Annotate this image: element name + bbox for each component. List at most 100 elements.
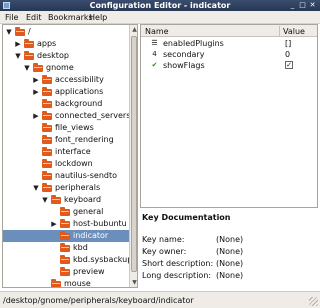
tree-item-label: mouse (64, 279, 91, 288)
folder-icon (42, 75, 52, 84)
tree-item-nautilus-sendto[interactable]: nautilus-sendto (3, 170, 129, 182)
folder-icon (42, 87, 52, 96)
key-row[interactable]: ☰ enabledPlugins [] (141, 38, 317, 49)
collapsed-arrow-icon[interactable]: ▶ (50, 220, 58, 228)
tree-item-accessibility[interactable]: ▶ accessibility (3, 74, 129, 86)
key-name-label: Key name: (142, 235, 185, 244)
long-description-value: (None) (216, 271, 244, 280)
expanded-arrow-icon[interactable]: ▼ (41, 196, 49, 204)
tree-item-label: general (73, 207, 104, 216)
expanded-arrow-icon[interactable]: ▼ (5, 28, 13, 36)
folder-icon (42, 111, 52, 120)
key-row[interactable]: 4 secondary 0 (141, 49, 317, 60)
long-description-label: Long description: (142, 271, 212, 280)
tree-item-label: kbd.sysbackup (73, 255, 133, 264)
folder-icon (15, 27, 25, 36)
folder-icon (42, 159, 52, 168)
tree-item-file-views[interactable]: file_views (3, 122, 129, 134)
menu-file[interactable]: File (5, 13, 18, 22)
key-owner-label: Key owner: (142, 247, 187, 256)
key-name-value: (None) (216, 235, 244, 244)
key-owner-value: (None) (216, 247, 244, 256)
folder-icon (51, 279, 61, 287)
short-description-value: (None) (216, 259, 244, 268)
collapsed-arrow-icon[interactable]: ▶ (32, 76, 40, 84)
tree-item-kbd[interactable]: kbd (3, 242, 129, 254)
collapsed-arrow-icon[interactable]: ▶ (32, 112, 40, 120)
tree-item-host-bubuntu[interactable]: ▶ host-bubuntu (3, 218, 129, 230)
resize-grip-icon[interactable] (309, 297, 318, 306)
collapsed-arrow-icon[interactable]: ▶ (32, 88, 40, 96)
column-separator (279, 26, 280, 36)
key-value[interactable]: [] (285, 39, 291, 48)
tree-item-font-rendering[interactable]: font_rendering (3, 134, 129, 146)
tree-item-background[interactable]: background (3, 98, 129, 110)
tree-item-kbd-sysbackup[interactable]: kbd.sysbackup (3, 254, 133, 266)
tree-item-root[interactable]: ▼ / (3, 26, 129, 38)
folder-icon (60, 207, 70, 216)
status-bar: /desktop/gnome/peripherals/keyboard/indi… (0, 291, 320, 308)
folder-icon (42, 135, 52, 144)
tree-item-label: connected_servers (55, 111, 131, 120)
close-button[interactable]: ✕ (309, 2, 316, 9)
tree-item-label: kbd (73, 243, 88, 252)
tree-item-preview[interactable]: preview (3, 266, 129, 278)
tree-item-lockdown[interactable]: lockdown (3, 158, 129, 170)
key-row[interactable]: ✔ showFlags ✓ (141, 60, 317, 71)
folder-icon (33, 63, 43, 72)
boolean-check-icon: ✔ (151, 61, 158, 69)
expanded-arrow-icon[interactable]: ▼ (32, 184, 40, 192)
tree-item-label: host-bubuntu (73, 219, 127, 228)
column-header-value[interactable]: Value (283, 27, 305, 36)
directory-tree: ▼ / ▶ apps ▼ desktop ▼ gnome ▶ accessibility ▶ appl… (2, 24, 138, 288)
key-name: showFlags (163, 61, 205, 70)
tree-item-peripherals[interactable]: ▼ peripherals (3, 182, 129, 194)
title-bar: Configuration Editor - indicator _ □ ✕ (0, 0, 320, 11)
scrollbar-thumb[interactable] (131, 36, 137, 272)
column-header-name[interactable]: Name (145, 27, 169, 36)
list-icon: ☰ (151, 39, 158, 47)
expanded-arrow-icon[interactable]: ▼ (14, 52, 22, 60)
tree-item-label: file_views (55, 123, 94, 132)
maximize-button[interactable]: □ (299, 2, 306, 9)
expanded-arrow-icon[interactable]: ▼ (23, 64, 31, 72)
folder-icon (60, 255, 70, 264)
tree-item-label: peripherals (55, 183, 101, 192)
scroll-up-arrow-icon[interactable]: ▲ (130, 25, 137, 34)
tree-item-indicator[interactable]: indicator (3, 230, 129, 242)
tree-item-label: / (28, 27, 31, 36)
tree-item-label: keyboard (64, 195, 102, 204)
tree-item-interface[interactable]: interface (3, 146, 129, 158)
tree-item-label: preview (73, 267, 105, 276)
documentation-title: Key Documentation (142, 213, 231, 222)
tree-item-mouse[interactable]: mouse (3, 278, 129, 288)
menu-edit[interactable]: Edit (26, 13, 42, 22)
short-description-label: Short description: (142, 259, 214, 268)
tree-item-connected-servers[interactable]: ▶ connected_servers (3, 110, 131, 122)
folder-icon (60, 231, 70, 240)
tree-item-applications[interactable]: ▶ applications (3, 86, 129, 98)
showflags-checkbox[interactable]: ✓ (285, 61, 293, 69)
current-path: /desktop/gnome/peripherals/keyboard/indi… (3, 296, 194, 305)
tree-item-label: desktop (37, 51, 69, 60)
tree-item-apps[interactable]: ▶ apps (3, 38, 129, 50)
tree-item-keyboard[interactable]: ▼ keyboard (3, 194, 129, 206)
tree-item-general[interactable]: general (3, 206, 129, 218)
minimize-button[interactable]: _ (289, 2, 296, 9)
tree-scrollbar[interactable]: ▲ ▼ (129, 25, 137, 287)
folder-icon (60, 267, 70, 276)
tree-item-desktop[interactable]: ▼ desktop (3, 50, 129, 62)
tree-item-label: background (55, 99, 103, 108)
key-value[interactable]: 0 (285, 50, 290, 59)
menu-bar: File Edit Bookmarks Help (0, 11, 320, 24)
tree-item-gnome[interactable]: ▼ gnome (3, 62, 129, 74)
folder-icon (42, 123, 52, 132)
scroll-down-arrow-icon[interactable]: ▼ (130, 278, 137, 287)
folder-icon (42, 183, 52, 192)
tree-item-label: indicator (73, 231, 109, 240)
key-name: enabledPlugins (163, 39, 224, 48)
collapsed-arrow-icon[interactable]: ▶ (14, 40, 22, 48)
menu-help[interactable]: Help (89, 13, 107, 22)
window-title: Configuration Editor - indicator (89, 1, 231, 10)
menu-bookmarks[interactable]: Bookmarks (48, 13, 93, 22)
